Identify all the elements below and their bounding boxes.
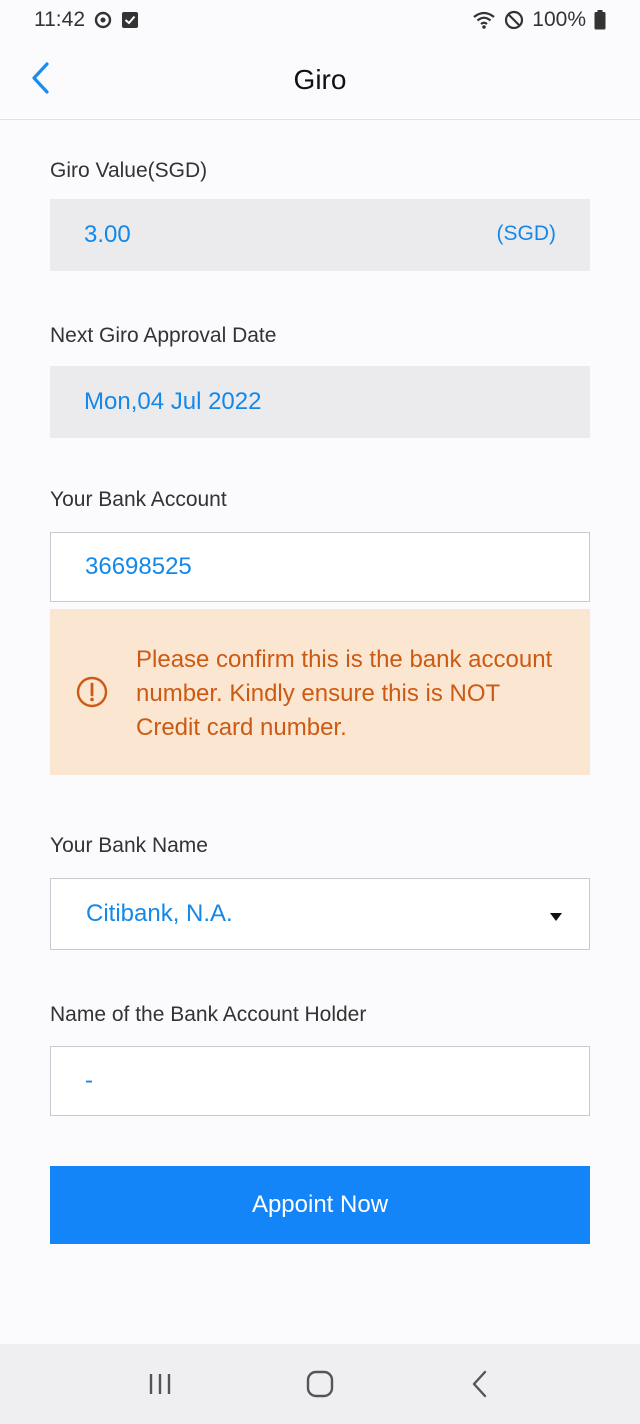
checkbox-notification-icon: [121, 11, 139, 29]
approval-date-text: Mon,04 Jul 2022: [84, 388, 262, 415]
back-icon[interactable]: [450, 1354, 510, 1414]
home-icon[interactable]: [290, 1354, 350, 1414]
status-time: 11:42: [34, 8, 85, 31]
giro-value-text: 3.00: [84, 221, 131, 248]
giro-value-unit: (SGD): [496, 221, 557, 245]
battery-icon: [594, 10, 606, 30]
appoint-now-button[interactable]: Appoint Now: [50, 1166, 590, 1244]
bank-account-warning: Please confirm this is the bank account …: [50, 609, 590, 775]
warning-text: Please confirm this is the bank account …: [136, 646, 553, 741]
bank-name-label: Your Bank Name: [50, 834, 208, 857]
battery-percentage: 100%: [532, 8, 586, 31]
page-title: Giro: [293, 64, 347, 95]
giro-value-field: 3.00 (SGD): [50, 199, 590, 271]
bank-name-select[interactable]: Citibank, N.A.: [50, 878, 590, 950]
approval-date-label: Next Giro Approval Date: [50, 324, 277, 347]
giro-value-label: Giro Value(SGD): [50, 159, 208, 182]
bank-account-input[interactable]: 36698525: [50, 532, 590, 602]
sync-icon: [93, 10, 113, 30]
wifi-icon: [472, 10, 496, 30]
bank-account-text: 36698525: [85, 553, 192, 580]
bank-name-text: Citibank, N.A.: [86, 900, 233, 927]
account-holder-text: -: [85, 1067, 93, 1094]
status-right: 100%: [472, 8, 606, 32]
recent-apps-icon[interactable]: [130, 1354, 190, 1414]
bank-account-label: Your Bank Account: [50, 488, 227, 511]
approval-date-field: Mon,04 Jul 2022: [50, 366, 590, 438]
account-holder-input[interactable]: -: [50, 1046, 590, 1116]
caret-down-icon: [549, 909, 563, 921]
status-left: 11:42: [34, 8, 139, 32]
status-bar: 11:42 100%: [0, 0, 640, 40]
exclamation-circle-icon: [76, 676, 108, 708]
do-not-disturb-icon: [504, 10, 524, 30]
nav-bar: Giro: [0, 40, 640, 120]
account-holder-label: Name of the Bank Account Holder: [50, 1003, 367, 1026]
system-nav-bar: [0, 1344, 640, 1424]
